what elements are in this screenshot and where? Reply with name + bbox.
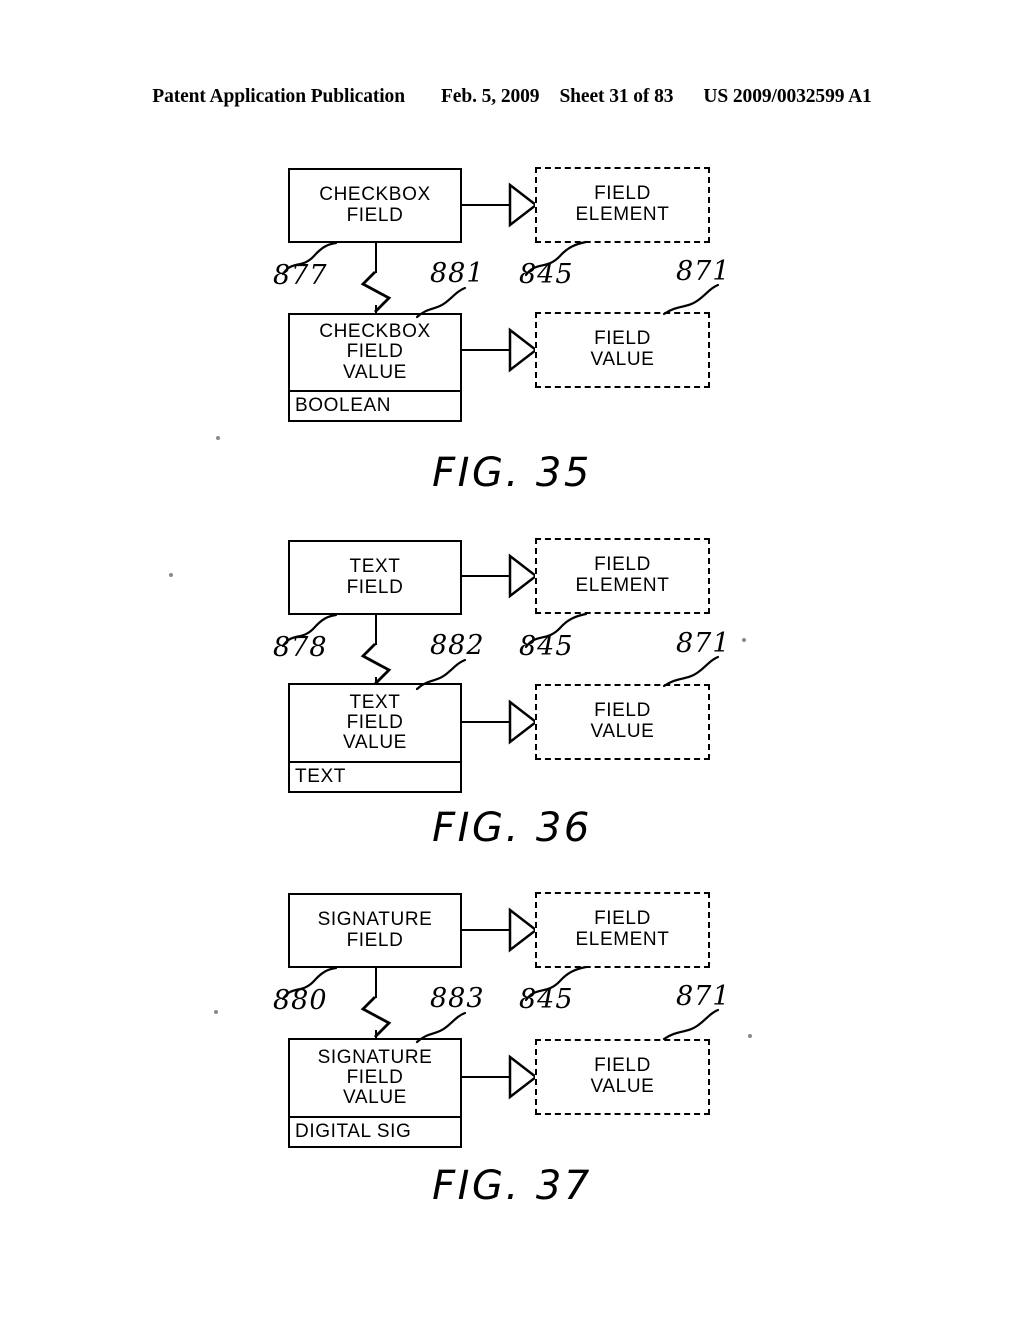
scan-speck <box>214 1010 218 1014</box>
figure-37: SIGNATURE FIELD FIELD ELEMENT SIGNATURE … <box>0 0 1024 1209</box>
field-element-ref-box: FIELD ELEMENT <box>535 892 710 968</box>
field-element-ref-box: FIELD ELEMENT <box>535 538 710 614</box>
ref-883-leader-line <box>403 1011 473 1045</box>
scan-speck <box>216 436 220 440</box>
scan-speck <box>169 573 173 577</box>
ref-numeral-871: 871 <box>676 981 731 1012</box>
text-field-value-class-box: TEXT FIELD VALUE TEXT <box>288 683 462 793</box>
scan-speck <box>748 1034 752 1038</box>
signature-field-value-type: DIGITAL SIG <box>290 1116 460 1146</box>
field-value-connector-line <box>462 1076 510 1078</box>
text-field-value-class-title: TEXT FIELD VALUE <box>343 691 407 754</box>
association-upper-segment <box>375 968 377 998</box>
field-value-arrowhead-icon <box>508 699 539 745</box>
field-element-arrowhead-icon <box>508 553 539 599</box>
ref-numeral-880: 880 <box>273 985 328 1016</box>
scan-speck <box>742 638 746 642</box>
association-upper-segment <box>375 615 377 645</box>
ref-871-leader-line <box>650 655 726 689</box>
field-value-connector-line <box>462 721 510 723</box>
ref-871-leader-line <box>650 1008 726 1042</box>
text-field-class-box: TEXT FIELD <box>288 540 462 615</box>
signature-field-value-class-box: SIGNATURE FIELD VALUE DIGITAL SIG <box>288 1038 462 1148</box>
signature-field-class-title: SIGNATURE FIELD <box>317 909 433 951</box>
ref-numeral-882: 882 <box>430 630 485 661</box>
text-field-class-title: TEXT FIELD <box>346 556 404 598</box>
signature-field-class-box: SIGNATURE FIELD <box>288 893 462 968</box>
field-value-arrowhead-icon <box>508 1054 539 1100</box>
ref-numeral-878: 878 <box>273 632 328 663</box>
ref-numeral-883: 883 <box>430 983 485 1014</box>
field-element-connector-line <box>462 929 510 931</box>
ref-numeral-845: 845 <box>519 984 574 1015</box>
signature-field-value-class-title: SIGNATURE FIELD VALUE <box>317 1046 433 1109</box>
text-field-value-type: TEXT <box>290 761 460 791</box>
field-element-ref-label: FIELD ELEMENT <box>575 554 670 596</box>
field-value-ref-label: FIELD VALUE <box>590 1055 655 1097</box>
ref-numeral-871: 871 <box>676 628 731 659</box>
ref-numeral-845: 845 <box>519 631 574 662</box>
field-element-ref-label: FIELD ELEMENT <box>575 908 670 950</box>
field-value-ref-box: FIELD VALUE <box>535 684 710 760</box>
field-element-connector-line <box>462 575 510 577</box>
field-value-ref-label: FIELD VALUE <box>590 700 655 742</box>
field-element-arrowhead-icon <box>508 907 539 953</box>
figure-36-caption: FIG. 36 <box>432 805 592 851</box>
ref-882-leader-line <box>403 658 473 692</box>
field-value-ref-box: FIELD VALUE <box>535 1039 710 1115</box>
figure-37-caption: FIG. 37 <box>432 1163 592 1209</box>
